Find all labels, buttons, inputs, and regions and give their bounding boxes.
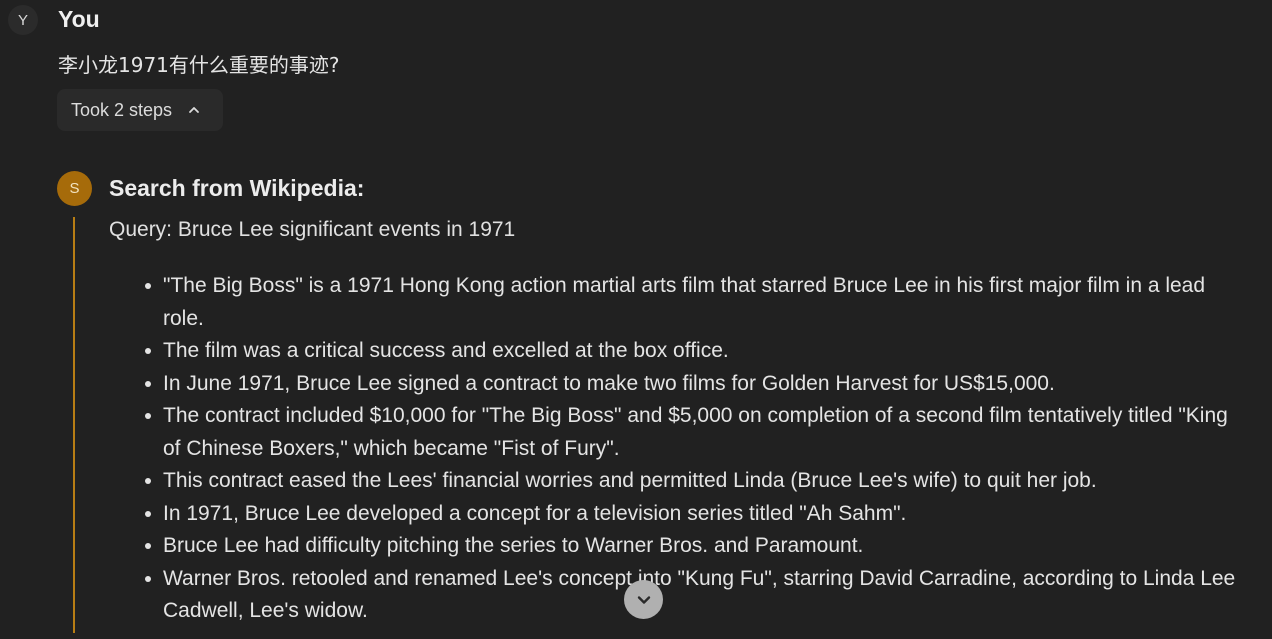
tool-avatar: S — [57, 171, 92, 206]
user-message: 李小龙1971有什么重要的事迹? — [58, 53, 340, 77]
list-item: The contract included $10,000 for "The B… — [145, 400, 1250, 465]
list-item: In 1971, Bruce Lee developed a concept f… — [145, 498, 1250, 531]
list-item: Bruce Lee had difficulty pitching the se… — [145, 530, 1250, 563]
steps-toggle-label: Took 2 steps — [71, 99, 173, 120]
chevron-down-icon — [637, 595, 650, 604]
search-query: Query: Bruce Lee significant events in 1… — [109, 218, 516, 241]
tool-step-title: Search from Wikipedia: — [109, 175, 365, 201]
steps-toggle-button[interactable]: Took 2 steps — [57, 89, 223, 131]
step-accent-line — [73, 217, 75, 633]
chat-page: Y You 李小龙1971有什么重要的事迹? Took 2 steps S Se… — [0, 0, 1272, 639]
scroll-to-bottom-button[interactable] — [624, 580, 663, 619]
user-name: You — [58, 6, 100, 32]
search-results-list: "The Big Boss" is a 1971 Hong Kong actio… — [145, 270, 1250, 628]
chevron-up-icon — [189, 107, 199, 113]
user-avatar: Y — [8, 5, 38, 35]
list-item: The film was a critical success and exce… — [145, 335, 1250, 368]
list-item: In June 1971, Bruce Lee signed a contrac… — [145, 368, 1250, 401]
list-item: This contract eased the Lees' financial … — [145, 465, 1250, 498]
user-avatar-letter: Y — [17, 11, 28, 29]
list-item: Warner Bros. retooled and renamed Lee's … — [145, 563, 1250, 628]
tool-avatar-letter: S — [69, 180, 80, 197]
list-item: "The Big Boss" is a 1971 Hong Kong actio… — [145, 270, 1250, 335]
